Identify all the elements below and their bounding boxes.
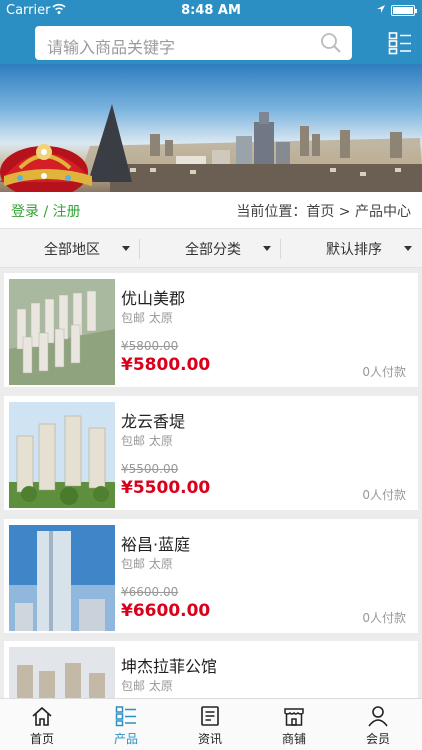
search-icon[interactable] bbox=[320, 32, 342, 54]
product-meta: 包邮 太原 bbox=[121, 557, 173, 571]
home-icon bbox=[32, 706, 52, 726]
store-icon bbox=[284, 708, 304, 726]
paid-count: 0人付款 bbox=[362, 488, 406, 502]
tab-news[interactable]: 资讯 bbox=[168, 699, 252, 750]
filter-bar: 全部地区 全部分类 默认排序 bbox=[0, 228, 422, 268]
tab-label: 产品 bbox=[113, 732, 138, 746]
caret-down-icon bbox=[404, 246, 412, 251]
product-thumbnail bbox=[9, 402, 115, 508]
product-meta: 包邮 太原 bbox=[121, 311, 173, 325]
login-register-link[interactable]: 登录 / 注册 bbox=[11, 201, 81, 221]
tab-label: 商铺 bbox=[281, 732, 306, 746]
product-thumbnail bbox=[9, 647, 115, 698]
status-time: 8:48 AM bbox=[181, 3, 241, 18]
bottom-tab-bar: 首页 产品 资讯 商铺 会员 bbox=[0, 698, 422, 750]
original-price: ¥6600.00 bbox=[121, 585, 179, 599]
search-input[interactable]: 请输入商品关键字 bbox=[35, 26, 352, 60]
current-price: ¥6600.00 bbox=[121, 601, 211, 621]
tab-label: 会员 bbox=[365, 732, 390, 746]
product-card[interactable]: 优山美郡 包邮 太原 ¥5800.00 ¥5800.00 0人付款 bbox=[4, 273, 418, 387]
tab-label: 资讯 bbox=[197, 732, 222, 746]
breadcrumb-bar: 登录 / 注册 当前位置：首页 > 产品中心 bbox=[0, 192, 422, 228]
product-name[interactable]: 裕昌·蓝庭 bbox=[121, 531, 190, 555]
user-icon bbox=[368, 706, 388, 727]
category-menu-icon[interactable] bbox=[388, 31, 412, 55]
product-name[interactable]: 坤杰拉菲公馆 bbox=[121, 653, 217, 677]
product-name[interactable]: 优山美郡 bbox=[121, 285, 185, 309]
list-icon bbox=[115, 706, 136, 727]
tab-label: 首页 bbox=[29, 732, 54, 746]
current-price: ¥5800.00 bbox=[121, 355, 211, 375]
filter-region-dropdown[interactable]: 全部地区 bbox=[0, 229, 140, 267]
product-card[interactable]: 裕昌·蓝庭 包邮 太原 ¥6600.00 ¥6600.00 0人付款 bbox=[4, 519, 418, 633]
city-skyline-image bbox=[0, 104, 422, 192]
original-price: ¥5500.00 bbox=[121, 462, 179, 476]
product-meta: 包邮 太原 bbox=[121, 679, 173, 693]
product-thumbnail bbox=[9, 525, 115, 631]
product-card[interactable]: 龙云香堤 包邮 太原 ¥5500.00 ¥5500.00 0人付款 bbox=[4, 396, 418, 510]
tab-member[interactable]: 会员 bbox=[336, 699, 420, 750]
status-bar: Carrier 8:48 AM bbox=[0, 0, 422, 22]
location-arrow-icon bbox=[377, 5, 385, 13]
hero-banner[interactable] bbox=[0, 64, 422, 192]
product-list[interactable]: 优山美郡 包邮 太原 ¥5800.00 ¥5800.00 0人付款 龙云香堤 包… bbox=[0, 268, 422, 698]
caret-down-icon bbox=[122, 246, 130, 251]
product-name[interactable]: 龙云香堤 bbox=[121, 408, 185, 432]
product-meta: 包邮 太原 bbox=[121, 434, 173, 448]
filter-label: 全部分类 bbox=[185, 242, 241, 258]
filter-label: 默认排序 bbox=[326, 242, 382, 258]
news-icon bbox=[201, 706, 219, 726]
tab-home[interactable]: 首页 bbox=[0, 699, 84, 750]
top-nav-bar: 请输入商品关键字 bbox=[0, 22, 422, 64]
search-placeholder: 请输入商品关键字 bbox=[47, 38, 176, 57]
product-thumbnail bbox=[9, 279, 115, 385]
caret-down-icon bbox=[263, 246, 271, 251]
divider bbox=[139, 239, 140, 259]
original-price: ¥5800.00 bbox=[121, 339, 179, 353]
filter-sort-dropdown[interactable]: 默认排序 bbox=[282, 229, 422, 267]
divider bbox=[280, 239, 281, 259]
filter-label: 全部地区 bbox=[44, 242, 100, 258]
filter-category-dropdown[interactable]: 全部分类 bbox=[141, 229, 281, 267]
current-price: ¥5500.00 bbox=[121, 478, 211, 498]
paid-count: 0人付款 bbox=[362, 365, 406, 379]
tab-products[interactable]: 产品 bbox=[84, 699, 168, 750]
battery-icon bbox=[391, 5, 417, 16]
product-card[interactable]: 坤杰拉菲公馆 包邮 太原 bbox=[4, 641, 418, 698]
tab-store[interactable]: 商铺 bbox=[252, 699, 336, 750]
paid-count: 0人付款 bbox=[362, 611, 406, 625]
breadcrumb[interactable]: 当前位置：首页 > 产品中心 bbox=[236, 201, 411, 221]
